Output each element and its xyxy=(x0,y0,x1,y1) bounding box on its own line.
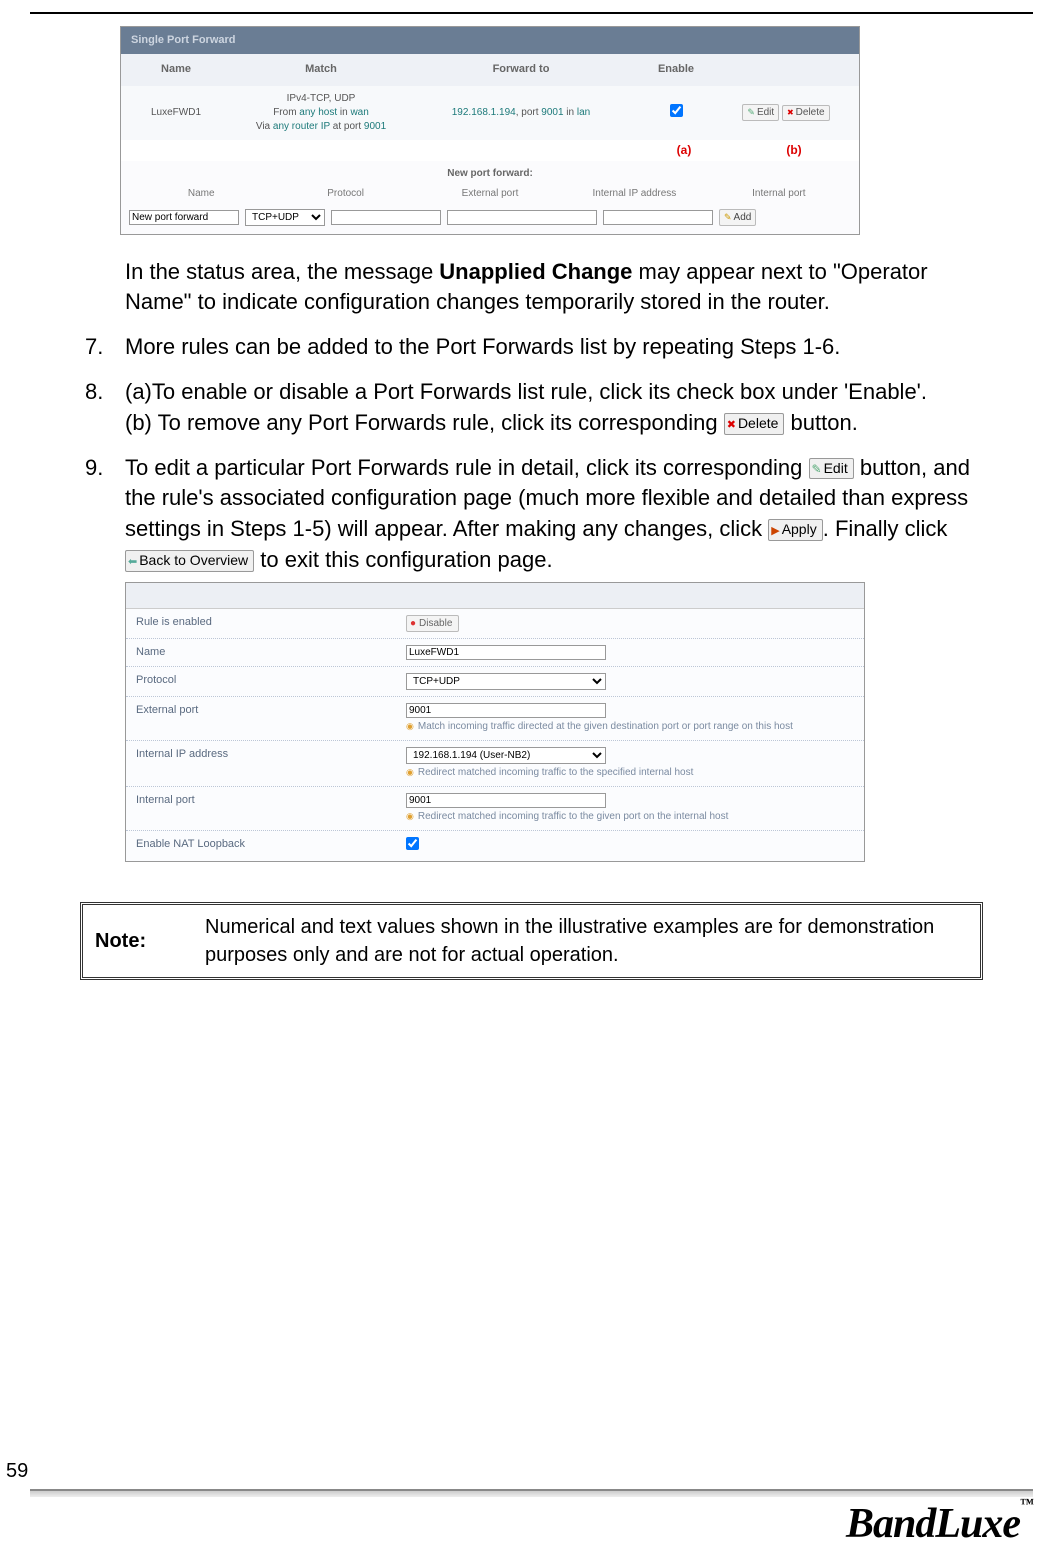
col-enable: Enable xyxy=(631,62,721,77)
panel-header-strip xyxy=(126,583,864,609)
npf-int-ip-input[interactable] xyxy=(447,210,597,225)
item-body: To edit a particular Port Forwards rule … xyxy=(125,453,993,576)
col-forward-to: Forward to xyxy=(411,62,631,77)
annotation-b: (b) xyxy=(729,142,859,159)
ab-annotation: (a) (b) xyxy=(121,140,859,161)
row-nat-loopback: Enable NAT Loopback xyxy=(126,831,864,861)
label-internal-ip: Internal IP address xyxy=(136,747,396,780)
match-line2: From any host in wan xyxy=(231,106,411,120)
external-port-input[interactable] xyxy=(406,703,606,718)
new-port-forward-inputs: TCP+UDP Add xyxy=(121,205,859,234)
delete-button[interactable]: Delete xyxy=(782,105,830,121)
row-rule-enabled: Rule is enabled Disable xyxy=(126,609,864,639)
label-rule-enabled: Rule is enabled xyxy=(136,615,396,632)
cell-match: IPv4-TCP, UDP From any host in wan Via a… xyxy=(231,92,411,134)
edit-button-inline[interactable]: Edit xyxy=(809,458,854,479)
row-protocol: Protocol TCP+UDP xyxy=(126,667,864,697)
new-port-forward-title: New port forward: xyxy=(121,161,859,183)
delete-button-inline[interactable]: Delete xyxy=(724,413,785,435)
col-name: Name xyxy=(121,62,231,77)
item-number: 7. xyxy=(85,332,125,363)
row-external-port: External port Match incoming traffic dir… xyxy=(126,697,864,741)
internal-port-input[interactable] xyxy=(406,793,606,808)
info-icon xyxy=(406,720,414,734)
cell-enable xyxy=(631,104,721,122)
cell-actions: Edit Delete xyxy=(721,104,851,121)
page-top-rule xyxy=(30,12,1033,14)
item-body: More rules can be added to the Port Forw… xyxy=(125,332,993,363)
list-item-7: 7. More rules can be added to the Port F… xyxy=(85,332,993,363)
page-content: Single Port Forward Name Match Forward t… xyxy=(0,26,1063,980)
apply-button-inline[interactable]: Apply xyxy=(768,519,823,541)
row-internal-port: Internal port Redirect matched incoming … xyxy=(126,787,864,831)
npf-name-input[interactable] xyxy=(129,210,239,225)
rule-detail-panel: Rule is enabled Disable Name Protocol TC… xyxy=(125,582,865,862)
internal-ip-hint: Redirect matched incoming traffic to the… xyxy=(406,766,854,780)
npf-head-int-port: Internal port xyxy=(707,187,851,201)
item-number: 9. xyxy=(85,453,125,576)
table-header-row: Name Match Forward to Enable xyxy=(121,54,859,85)
npf-int-port-input[interactable] xyxy=(603,210,713,225)
enable-checkbox[interactable] xyxy=(670,104,683,117)
info-icon xyxy=(406,810,414,824)
list-item-9: 9. To edit a particular Port Forwards ru… xyxy=(85,453,993,576)
edit-button[interactable]: Edit xyxy=(742,104,779,121)
external-port-hint: Match incoming traffic directed at the g… xyxy=(406,720,854,734)
disable-button[interactable]: Disable xyxy=(406,615,459,632)
protocol-select[interactable]: TCP+UDP xyxy=(406,673,606,690)
label-nat-loopback: Enable NAT Loopback xyxy=(136,837,396,855)
cell-name: LuxeFWD1 xyxy=(121,106,231,120)
npf-head-protocol: Protocol xyxy=(273,187,417,201)
npf-head-int-ip: Internal IP address xyxy=(562,187,706,201)
npf-protocol-select[interactable]: TCP+UDP xyxy=(245,209,325,226)
row-name: Name xyxy=(126,639,864,667)
table-row: LuxeFWD1 IPv4-TCP, UDP From any host in … xyxy=(121,86,859,140)
status-paragraph: In the status area, the message Unapplie… xyxy=(125,257,993,319)
back-to-overview-button-inline[interactable]: Back to Overview xyxy=(125,550,254,572)
item-body: (a)To enable or disable a Port Forwards … xyxy=(125,377,993,439)
name-input[interactable] xyxy=(406,645,606,660)
internal-port-hint: Redirect matched incoming traffic to the… xyxy=(406,810,854,824)
internal-ip-select[interactable]: 192.168.1.194 (User-NB2) xyxy=(406,747,606,764)
info-icon xyxy=(406,766,414,780)
add-button[interactable]: Add xyxy=(719,209,756,226)
match-line1: IPv4-TCP, UDP xyxy=(231,92,411,106)
row-internal-ip: Internal IP address 192.168.1.194 (User-… xyxy=(126,741,864,787)
nat-loopback-checkbox[interactable] xyxy=(406,837,419,850)
single-port-forward-panel: Single Port Forward Name Match Forward t… xyxy=(120,26,860,235)
label-protocol: Protocol xyxy=(136,673,396,690)
annotation-a: (a) xyxy=(639,142,729,159)
match-line3: Via any router IP at port 9001 xyxy=(231,120,411,134)
panel-title: Single Port Forward xyxy=(121,27,859,54)
label-name: Name xyxy=(136,645,396,660)
list-item-8: 8. (a)To enable or disable a Port Forwar… xyxy=(85,377,993,439)
note-box: Note: Numerical and text values shown in… xyxy=(80,902,983,980)
trademark-icon: ™ xyxy=(1020,1497,1033,1512)
npf-head-name: Name xyxy=(129,187,273,201)
label-external-port: External port xyxy=(136,703,396,734)
brand-logo: BandLuxe™ xyxy=(846,1501,1033,1547)
page-footer: 59 BandLuxe™ xyxy=(0,1483,1063,1554)
col-match: Match xyxy=(231,62,411,77)
npf-ext-port-input[interactable] xyxy=(331,210,441,225)
page-number: 59 xyxy=(6,1457,28,1489)
note-text: Numerical and text values shown in the i… xyxy=(205,913,968,969)
note-label: Note: xyxy=(95,927,205,955)
npf-head-ext: External port xyxy=(418,187,562,201)
item-number: 8. xyxy=(85,377,125,439)
label-internal-port: Internal port xyxy=(136,793,396,824)
cell-forward-to: 192.168.1.194, port 9001 in lan xyxy=(411,106,631,120)
new-port-forward-headers: Name Protocol External port Internal IP … xyxy=(121,183,859,205)
